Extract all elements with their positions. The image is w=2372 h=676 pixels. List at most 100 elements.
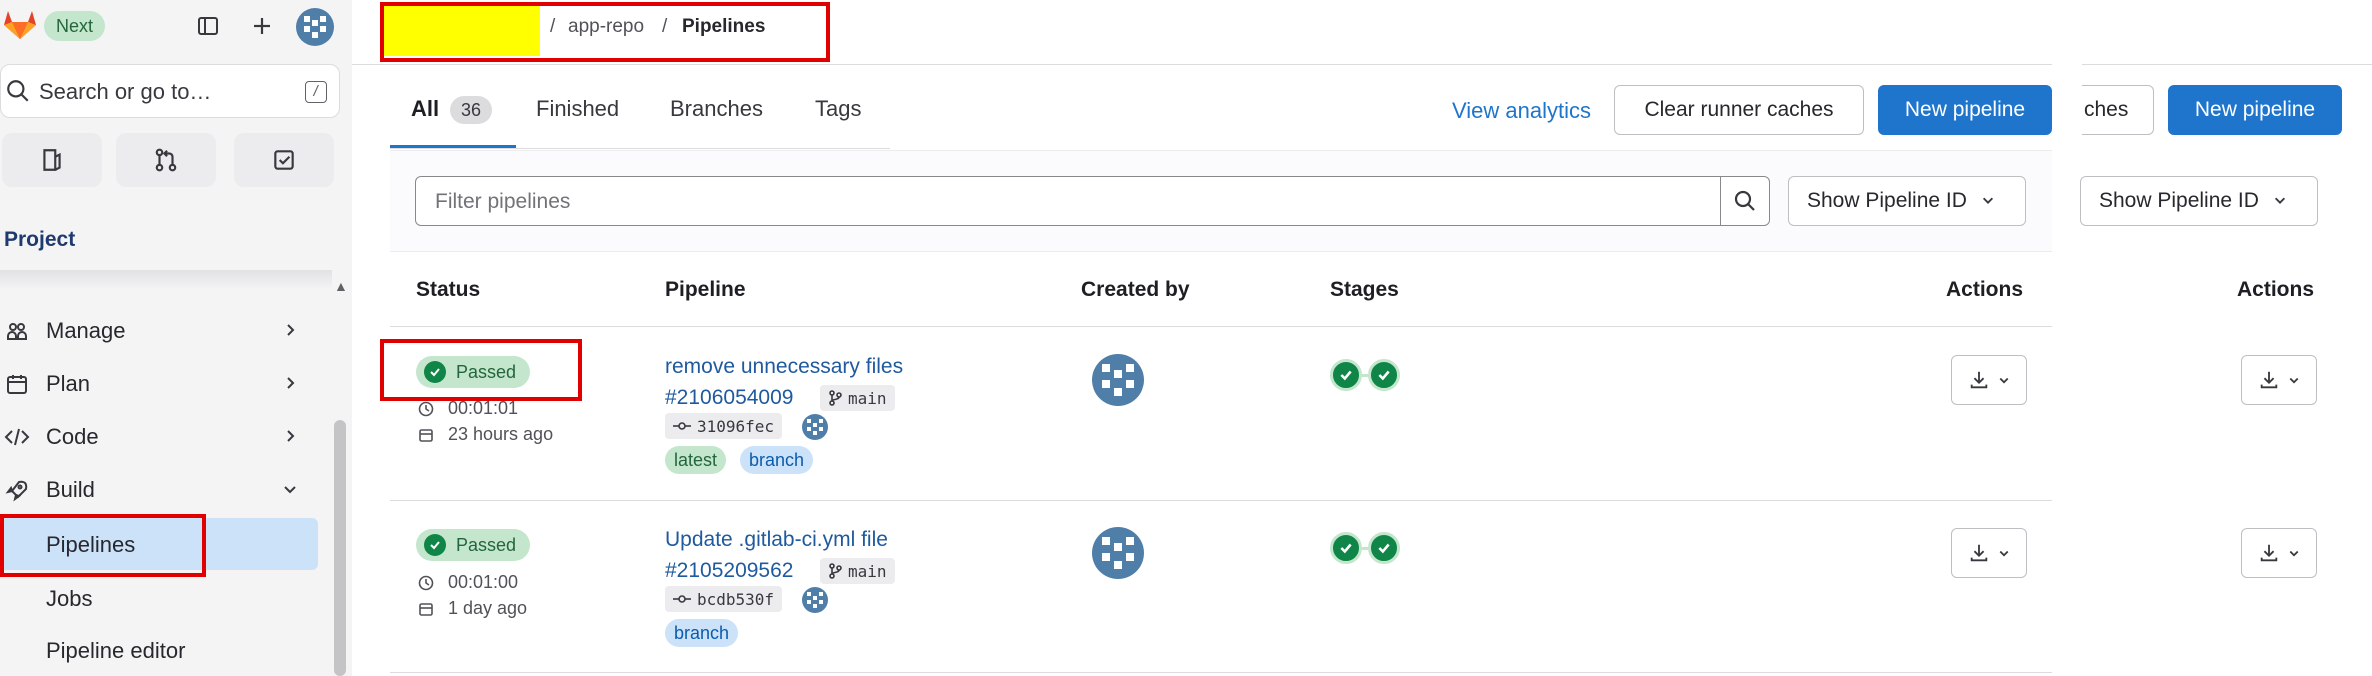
search-icon	[1734, 190, 1755, 211]
chevron-right-icon	[282, 375, 298, 396]
breadcrumb-repo-link[interactable]: app-repo	[568, 16, 644, 38]
created-by-avatar[interactable]	[1092, 354, 1144, 406]
tab-all-count: 36	[450, 96, 493, 124]
todo-checkbox-icon	[274, 150, 294, 170]
sidebar: Next Search or go to… / Project ▲ Manage…	[0, 0, 352, 676]
branch-icon	[829, 563, 842, 579]
rocket-icon	[2, 478, 32, 502]
filter-placeholder: Filter pipelines	[435, 190, 571, 213]
merge-request-icon	[155, 148, 177, 172]
search-input[interactable]: Search or go to… /	[0, 64, 340, 118]
calendar-icon	[2, 372, 32, 396]
column-header-actions-duplicate: Actions	[2237, 278, 2315, 301]
branch-badge[interactable]: branch	[740, 446, 814, 474]
commit-icon	[673, 595, 691, 603]
issues-button[interactable]	[2, 133, 102, 187]
download-artifacts-button-duplicate[interactable]	[2241, 528, 2317, 578]
download-artifacts-button[interactable]	[1951, 528, 2027, 578]
clear-runner-caches-button-clipped[interactable]: ches	[2082, 85, 2154, 135]
tab-all[interactable]: All	[411, 96, 439, 122]
stage-passed-icon[interactable]	[1368, 359, 1400, 391]
filter-search-button[interactable]	[1720, 176, 1770, 226]
tab-branches[interactable]: Branches	[670, 96, 763, 122]
search-placeholder: Search or go to…	[39, 79, 212, 104]
branch-badge[interactable]: branch	[665, 619, 739, 647]
sidebar-item-plan[interactable]: Plan	[0, 359, 318, 409]
code-icon	[2, 425, 32, 449]
new-pipeline-button-duplicate[interactable]: New pipeline	[2168, 85, 2342, 135]
issues-icon	[43, 149, 61, 171]
download-icon	[2260, 544, 2278, 562]
pipeline-id-link[interactable]: #2105209562	[665, 559, 793, 583]
tab-finished[interactable]: Finished	[536, 96, 619, 122]
status-badge[interactable]: Passed	[416, 356, 531, 388]
plus-icon[interactable]	[246, 10, 278, 42]
sidebar-item-manage[interactable]: Manage	[0, 306, 318, 356]
users-icon	[2, 319, 32, 343]
next-badge[interactable]: Next	[44, 11, 106, 41]
clock-icon	[418, 575, 434, 590]
commit-sha-tag[interactable]: 31096fec	[665, 413, 783, 439]
branch-ref-tag[interactable]: main	[820, 558, 895, 584]
sidebar-item-pipelines[interactable]: Pipelines	[0, 518, 318, 570]
redacted-breadcrumb-segment[interactable]	[383, 6, 540, 56]
pipeline-finished-time: 23 hours ago	[418, 424, 553, 445]
column-header-status: Status	[416, 278, 481, 301]
download-icon	[1970, 544, 1988, 562]
commit-author-avatar[interactable]	[802, 587, 828, 613]
stage-passed-icon[interactable]	[1368, 532, 1400, 564]
created-by-avatar[interactable]	[1092, 527, 1144, 579]
stage-passed-icon[interactable]	[1330, 359, 1362, 391]
sidebar-item-code[interactable]: Code	[0, 412, 318, 462]
stage-passed-icon[interactable]	[1330, 532, 1362, 564]
column-header-stages: Stages	[1330, 278, 1399, 301]
table-row-divider	[390, 672, 2052, 673]
toggle-sidebar-icon[interactable]	[192, 10, 224, 42]
download-artifacts-button[interactable]	[1951, 355, 2027, 405]
status-badge[interactable]: Passed	[416, 529, 531, 561]
latest-badge[interactable]: latest	[665, 446, 727, 474]
commit-icon	[673, 422, 691, 430]
tabs-divider	[390, 148, 890, 149]
pipeline-commit-title-link[interactable]: Update .gitlab-ci.yml file	[665, 528, 888, 552]
filter-pipelines-input[interactable]: Filter pipelines	[415, 176, 1721, 226]
chevron-down-icon	[282, 481, 298, 502]
gitlab-logo-icon[interactable]	[2, 6, 38, 46]
table-divider	[390, 326, 2052, 327]
show-pipeline-id-dropdown[interactable]: Show Pipeline ID	[1788, 176, 2026, 226]
sidebar-item-jobs[interactable]: Jobs	[0, 572, 318, 624]
branch-ref-tag[interactable]: main	[820, 385, 895, 411]
tab-tags[interactable]: Tags	[815, 96, 861, 122]
view-analytics-link[interactable]: View analytics	[1452, 98, 1591, 124]
pipeline-commit-title-link[interactable]: remove unnecessary files	[665, 355, 903, 379]
sidebar-item-build[interactable]: Build	[0, 465, 318, 515]
scroll-up-arrow-icon[interactable]: ▲	[334, 278, 348, 294]
breadcrumb-separator: /	[550, 16, 556, 37]
column-header-pipeline: Pipeline	[665, 278, 746, 301]
pipeline-duration: 00:01:01	[418, 398, 518, 419]
clear-runner-caches-button[interactable]: Clear runner caches	[1614, 85, 1864, 135]
chevron-down-icon	[2273, 189, 2287, 213]
new-pipeline-button[interactable]: New pipeline	[1878, 85, 2052, 135]
pipeline-id-link[interactable]: #2106054009	[665, 386, 793, 410]
chevron-down-icon	[1981, 189, 1995, 213]
commit-author-avatar[interactable]	[802, 414, 828, 440]
download-artifacts-button-duplicate[interactable]	[2241, 355, 2317, 405]
panel-gap	[2052, 64, 2082, 676]
sidebar-scrollbar[interactable]	[334, 420, 346, 676]
pipeline-stages	[1330, 532, 1400, 564]
column-header-actions: Actions	[1946, 278, 2024, 301]
download-icon	[2260, 371, 2278, 389]
commit-sha-tag[interactable]: bcdb530f	[665, 586, 783, 612]
chevron-down-icon	[1999, 550, 2009, 557]
branch-icon	[829, 390, 842, 406]
merge-requests-button[interactable]	[116, 133, 216, 187]
user-avatar[interactable]	[296, 8, 334, 46]
chevron-down-icon	[1999, 377, 2009, 384]
show-pipeline-id-dropdown-duplicate[interactable]: Show Pipeline ID	[2080, 176, 2318, 226]
keyboard-shortcut-hint: /	[305, 81, 327, 103]
calendar-icon	[419, 602, 433, 616]
todo-button[interactable]	[234, 133, 334, 187]
chevron-right-icon	[282, 322, 298, 343]
sidebar-item-pipeline-editor[interactable]: Pipeline editor	[0, 624, 318, 676]
